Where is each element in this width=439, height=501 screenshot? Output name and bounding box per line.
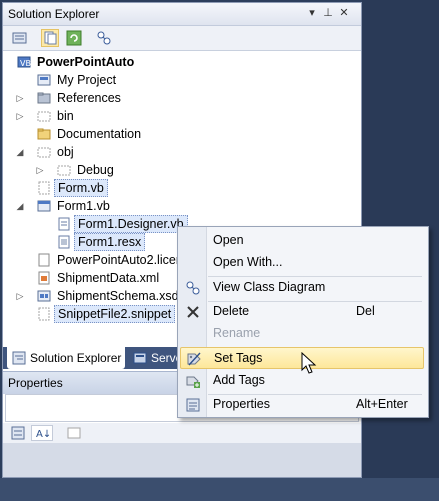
expand-arrow-icon[interactable]: ▷ — [15, 107, 25, 125]
categorized-icon[interactable] — [11, 426, 25, 440]
background-bottom — [0, 478, 439, 501]
add-tag-icon — [185, 373, 201, 389]
menu-item-label: Rename — [213, 326, 261, 340]
properties-grid — [3, 443, 361, 477]
menu-item-label: Properties — [213, 397, 270, 411]
tree-root[interactable]: VB PowerPointAuto — [3, 53, 343, 71]
panel-title: Solution Explorer — [8, 7, 100, 21]
properties-title: Properties — [8, 376, 63, 390]
dropdown-icon[interactable]: ▾ — [305, 6, 319, 20]
menu-item-label: Open — [213, 233, 244, 247]
properties-icon — [185, 397, 201, 413]
tree-item-label: ShipmentSchema.xsd — [57, 289, 179, 303]
panel-toolbar — [3, 26, 361, 51]
menu-item-label: View Class Diagram — [213, 280, 326, 294]
properties-icon[interactable] — [11, 29, 29, 47]
menu-item-shortcut: Del — [356, 304, 375, 318]
tree-item-label: obj — [57, 145, 74, 159]
tab-solution-explorer[interactable]: Solution Explorer — [7, 347, 125, 369]
vb-file-icon — [57, 217, 71, 231]
pin-icon[interactable]: ⊥ — [321, 6, 335, 20]
menu-item-label: Open With... — [213, 255, 283, 269]
property-pages-icon[interactable] — [67, 426, 81, 440]
collapse-arrow-icon[interactable]: ◢ — [15, 197, 25, 215]
close-icon[interactable]: ✕ — [337, 6, 351, 20]
alphabetical-icon[interactable]: A↓ — [31, 425, 53, 441]
file-icon — [37, 307, 51, 321]
mouse-pointer-icon — [301, 351, 317, 376]
tree-item-label: bin — [57, 109, 74, 123]
hidden-folder-icon — [37, 109, 51, 123]
menu-item-label: Set Tags — [214, 351, 263, 365]
tree-item-label: SnippetFile2.snippet — [54, 305, 176, 323]
tree-item-label: ShipmentData.xml — [57, 271, 160, 285]
form-icon — [37, 199, 51, 213]
tree-item-label: PowerPointAuto2.licer — [57, 253, 180, 267]
menu-item-view-class-diagram[interactable]: View Class Diagram — [180, 277, 424, 299]
menu-item-open-with[interactable]: Open With... — [180, 252, 424, 274]
tree-item-bin[interactable]: ▷ bin — [3, 107, 343, 125]
tree-root-label: PowerPointAuto — [37, 55, 135, 69]
collapse-arrow-icon[interactable]: ◢ — [15, 143, 25, 161]
tree-item-label: Debug — [77, 163, 114, 177]
tree-item-label: References — [57, 91, 121, 105]
svg-text:A↓: A↓ — [36, 429, 51, 440]
tab-label: Solution Explorer — [30, 351, 122, 365]
xml-file-icon — [37, 271, 51, 285]
show-all-files-icon[interactable] — [41, 29, 59, 47]
tree-item-debug[interactable]: ▷ Debug — [3, 161, 343, 179]
menu-item-properties[interactable]: Properties Alt+Enter — [180, 394, 424, 416]
menu-item-open[interactable]: Open — [180, 230, 424, 252]
resx-file-icon — [57, 235, 71, 249]
context-menu: Open Open With... View Class Diagram Del… — [177, 226, 429, 418]
references-folder-icon — [37, 91, 51, 105]
solution-explorer-icon — [12, 351, 26, 365]
tree-item-my-project[interactable]: My Project — [3, 71, 343, 89]
svg-text:VB: VB — [20, 59, 31, 68]
tab-server-explorer[interactable]: Serve — [129, 347, 182, 369]
folder-icon — [37, 127, 51, 141]
class-diagram-icon[interactable] — [95, 29, 113, 47]
hidden-folder-icon — [57, 163, 71, 177]
expand-arrow-icon[interactable]: ▷ — [35, 161, 45, 179]
my-project-icon — [37, 73, 51, 87]
xsd-file-icon — [37, 289, 51, 303]
expand-arrow-icon[interactable]: ▷ — [15, 287, 25, 305]
delete-icon — [185, 304, 201, 320]
open-hidden-folder-icon — [37, 145, 51, 159]
tree-item-label: My Project — [57, 73, 117, 87]
tree-item-form1-vb[interactable]: ◢ Form1.vb — [3, 197, 343, 215]
tree-item-form-vb[interactable]: Form.vb — [3, 179, 343, 197]
menu-item-delete[interactable]: Delete Del — [180, 301, 424, 323]
menu-item-rename[interactable]: Rename — [180, 323, 424, 345]
tree-item-documentation[interactable]: Documentation — [3, 125, 343, 143]
tree-item-label: Form1.resx — [74, 233, 146, 251]
refresh-icon[interactable] — [65, 29, 83, 47]
tree-item-label: Form.vb — [54, 179, 108, 197]
menu-item-shortcut: Alt+Enter — [356, 397, 408, 411]
tree-item-references[interactable]: ▷ References — [3, 89, 343, 107]
file-icon — [37, 253, 51, 267]
menu-item-label: Delete — [213, 304, 250, 318]
server-explorer-icon — [133, 351, 147, 365]
tree-item-obj[interactable]: ◢ obj — [3, 143, 343, 161]
tag-icon — [186, 351, 202, 367]
panel-titlebar: Solution Explorer ▾ ⊥ ✕ — [3, 3, 361, 26]
tree-item-label: Documentation — [57, 127, 142, 141]
solution-project-icon: VB — [17, 55, 31, 69]
class-diagram-icon — [185, 280, 201, 296]
tree-item-label: Form1.Designer.vb — [74, 215, 188, 233]
tree-item-label: Form1.vb — [57, 199, 110, 213]
expand-arrow-icon[interactable]: ▷ — [15, 89, 25, 107]
menu-item-label: Add Tags — [213, 373, 265, 387]
properties-toolbar: A↓ — [3, 423, 361, 443]
file-icon — [37, 181, 51, 195]
